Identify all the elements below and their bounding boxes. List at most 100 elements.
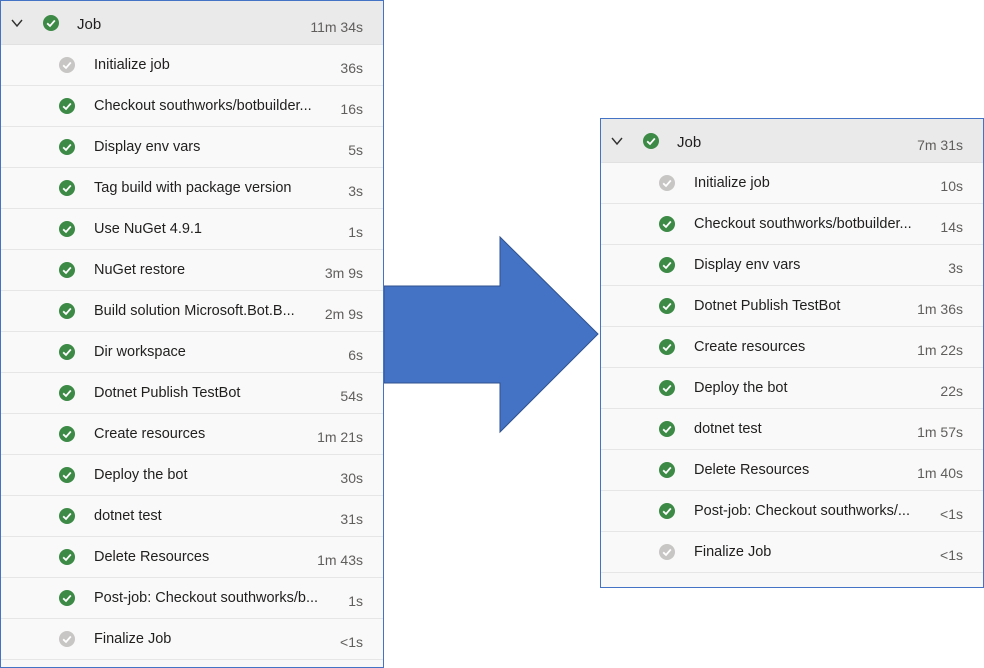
- check-circle-icon: [659, 421, 675, 437]
- chevron-down-icon[interactable]: [10, 16, 24, 30]
- step-name: Dir workspace: [94, 344, 186, 360]
- check-circle-icon: [659, 257, 675, 273]
- step-duration: 1m 21s: [317, 429, 363, 445]
- step-duration: 22s: [940, 383, 963, 399]
- step-list: Initialize job 36s Checkout southworks/bot…: [1, 45, 383, 660]
- step-duration: 1s: [348, 593, 363, 609]
- job-panel-after: Job 7m 31s Initialize job 10s Checkout sou…: [600, 118, 984, 588]
- check-circle-gray-icon: [659, 175, 675, 191]
- step-name: Checkout southworks/botbuilder...: [94, 98, 312, 114]
- step-duration: 1m 36s: [917, 301, 963, 317]
- step-duration: 3s: [948, 260, 963, 276]
- job-title: Job: [77, 16, 102, 33]
- step-name: Finalize Job: [94, 631, 172, 647]
- step-name: NuGet restore: [94, 262, 186, 278]
- step-duration: 6s: [348, 347, 363, 363]
- step-row[interactable]: Initialize job 10s: [601, 163, 983, 204]
- step-row[interactable]: Delete Resources 1m 43s: [1, 537, 383, 578]
- step-row[interactable]: Finalize Job <1s: [601, 532, 983, 573]
- step-name: Post-job: Checkout southworks/b...: [94, 590, 319, 606]
- job-panel-before: Job 11m 34s Initialize job 36s Checkout so…: [0, 0, 384, 668]
- step-name: Dotnet Publish TestBot: [694, 298, 841, 314]
- step-row[interactable]: Display env vars 3s: [601, 245, 983, 286]
- step-duration: <1s: [340, 634, 363, 650]
- step-row[interactable]: Use NuGet 4.9.1 1s: [1, 209, 383, 250]
- step-name: dotnet test: [94, 508, 162, 524]
- step-duration: 30s: [340, 470, 363, 486]
- check-circle-icon: [59, 385, 75, 401]
- check-circle-icon: [59, 180, 75, 196]
- step-row[interactable]: Dotnet Publish TestBot 54s: [1, 373, 383, 414]
- step-duration: 10s: [940, 178, 963, 194]
- step-duration: 1m 43s: [317, 552, 363, 568]
- step-row[interactable]: Create resources 1m 22s: [601, 327, 983, 368]
- step-row[interactable]: Finalize Job <1s: [1, 619, 383, 660]
- step-row[interactable]: Display env vars 5s: [1, 127, 383, 168]
- step-row[interactable]: Create resources 1m 21s: [1, 414, 383, 455]
- check-circle-icon: [659, 462, 675, 478]
- check-circle-icon: [59, 590, 75, 606]
- step-duration: 2m 9s: [324, 306, 363, 322]
- check-circle-gray-icon: [659, 544, 675, 560]
- step-duration: 31s: [340, 511, 363, 527]
- check-circle-icon: [659, 339, 675, 355]
- step-name: Display env vars: [694, 257, 801, 273]
- step-row[interactable]: NuGet restore 3m 9s: [1, 250, 383, 291]
- step-duration: <1s: [940, 506, 963, 522]
- step-duration: 1m 57s: [917, 424, 963, 440]
- step-name: Deploy the bot: [694, 380, 788, 396]
- step-name: Delete Resources: [94, 549, 210, 565]
- check-circle-icon: [59, 426, 75, 442]
- step-row[interactable]: Deploy the bot 22s: [601, 368, 983, 409]
- chevron-down-icon[interactable]: [610, 134, 624, 148]
- check-circle-icon: [643, 133, 659, 149]
- step-duration: 1s: [348, 224, 363, 240]
- step-row[interactable]: Dotnet Publish TestBot 1m 36s: [601, 286, 983, 327]
- check-circle-icon: [59, 344, 75, 360]
- step-row[interactable]: Dir workspace 6s: [1, 332, 383, 373]
- check-circle-icon: [59, 262, 75, 278]
- check-circle-icon: [59, 303, 75, 319]
- job-header[interactable]: Job 7m 31s: [601, 119, 983, 163]
- step-name: Finalize Job: [694, 544, 772, 560]
- step-duration: 3s: [348, 183, 363, 199]
- check-circle-icon: [59, 139, 75, 155]
- check-circle-icon: [659, 216, 675, 232]
- step-row[interactable]: Deploy the bot 30s: [1, 455, 383, 496]
- step-row[interactable]: Tag build with package version 3s: [1, 168, 383, 209]
- check-circle-gray-icon: [59, 631, 75, 647]
- job-duration: 11m 34s: [310, 19, 363, 35]
- step-name: Deploy the bot: [94, 467, 188, 483]
- check-circle-icon: [659, 380, 675, 396]
- check-circle-icon: [59, 98, 75, 114]
- step-row[interactable]: dotnet test 31s: [1, 496, 383, 537]
- job-header[interactable]: Job 11m 34s: [1, 1, 383, 45]
- check-circle-icon: [659, 503, 675, 519]
- step-row[interactable]: Checkout southworks/botbuilder... 14s: [601, 204, 983, 245]
- step-name: Build solution Microsoft.Bot.B...: [94, 303, 295, 319]
- step-duration: 5s: [348, 142, 363, 158]
- step-row[interactable]: Build solution Microsoft.Bot.B... 2m 9s: [1, 291, 383, 332]
- step-duration: <1s: [940, 547, 963, 563]
- check-circle-icon: [43, 15, 59, 31]
- step-name: Display env vars: [94, 139, 201, 155]
- step-name: Initialize job: [94, 57, 170, 73]
- step-row[interactable]: dotnet test 1m 57s: [601, 409, 983, 450]
- job-title: Job: [677, 134, 702, 151]
- check-circle-icon: [59, 221, 75, 237]
- check-circle-icon: [59, 549, 75, 565]
- check-circle-icon: [659, 298, 675, 314]
- step-name: Dotnet Publish TestBot: [94, 385, 241, 401]
- step-row[interactable]: Post-job: Checkout southworks/b... 1s: [1, 578, 383, 619]
- step-name: Delete Resources: [694, 462, 810, 478]
- step-name: Post-job: Checkout southworks/...: [694, 503, 910, 519]
- step-row[interactable]: Initialize job 36s: [1, 45, 383, 86]
- step-row[interactable]: Checkout southworks/botbuilder... 16s: [1, 86, 383, 127]
- job-duration: 7m 31s: [917, 137, 963, 153]
- step-name: Create resources: [694, 339, 806, 355]
- check-circle-icon: [59, 508, 75, 524]
- step-duration: 54s: [340, 388, 363, 404]
- step-name: Use NuGet 4.9.1: [94, 221, 202, 237]
- step-row[interactable]: Post-job: Checkout southworks/... <1s: [601, 491, 983, 532]
- step-row[interactable]: Delete Resources 1m 40s: [601, 450, 983, 491]
